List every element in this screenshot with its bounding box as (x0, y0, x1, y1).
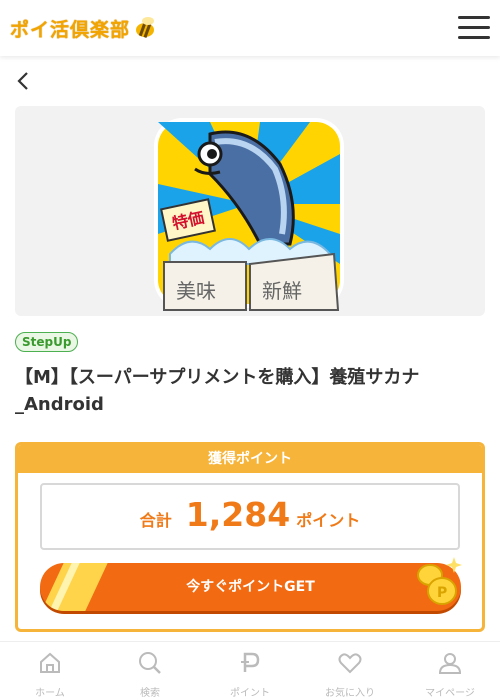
get-points-label: 今すぐポイントGET (186, 579, 315, 595)
svg-text:P: P (437, 585, 447, 601)
site-logo[interactable]: ポイ活倶楽部 (10, 14, 158, 42)
points-unit: ポイント (296, 511, 361, 530)
home-icon (40, 652, 60, 673)
logo-text: ポイ活倶楽部 (10, 18, 131, 41)
fish-app-icon: 特価 美味 新鮮 (154, 118, 344, 311)
chevron-left-icon (17, 72, 28, 90)
stepup-badge: StepUp (15, 332, 79, 352)
nav-item-favorites[interactable]: お気に入り (300, 642, 400, 700)
svg-text:新鮮: 新鮮 (262, 279, 302, 303)
back-button[interactable] (12, 68, 36, 94)
search-icon (139, 652, 161, 674)
nav-label-mypage: マイページ (425, 688, 475, 699)
user-icon (438, 653, 462, 674)
offer-hero-image: 特価 美味 新鮮 (15, 106, 485, 316)
heart-icon (338, 653, 362, 674)
points-amount: 1,284 (185, 495, 291, 534)
points-total-box: 合計 1,284 ポイント (40, 483, 460, 550)
nav-label-favorites: お気に入り (325, 688, 375, 699)
hamburger-menu-icon[interactable] (458, 14, 490, 42)
nav-label-home: ホーム (35, 688, 65, 699)
nav-item-points[interactable]: ポイント (200, 642, 300, 700)
point-icon (241, 652, 260, 672)
nav-item-search[interactable]: 検索 (100, 642, 200, 700)
bottom-nav: ホーム 検索 ポイント お気に入り マイページ (0, 641, 500, 700)
coins-icon: P (417, 557, 462, 605)
svg-text:美味: 美味 (176, 279, 216, 303)
nav-label-points: ポイント (230, 688, 270, 699)
nav-item-home[interactable]: ホーム (0, 642, 100, 700)
nav-item-mypage[interactable]: マイページ (400, 642, 500, 700)
points-total-label: 合計 (139, 511, 172, 530)
bee-icon (136, 17, 155, 38)
get-points-button[interactable]: 今すぐポイントGET (40, 563, 461, 611)
points-header: 獲得ポイント (18, 445, 482, 473)
points-panel: 獲得ポイント 合計 1,284 ポイント 今すぐポイントGET P (15, 442, 485, 632)
app-header: ポイ活倶楽部 (0, 0, 500, 56)
offer-title: 【M】【スーパーサプリメントを購入】養殖サカナ_Android (15, 367, 420, 415)
nav-label-search: 検索 (140, 688, 160, 699)
